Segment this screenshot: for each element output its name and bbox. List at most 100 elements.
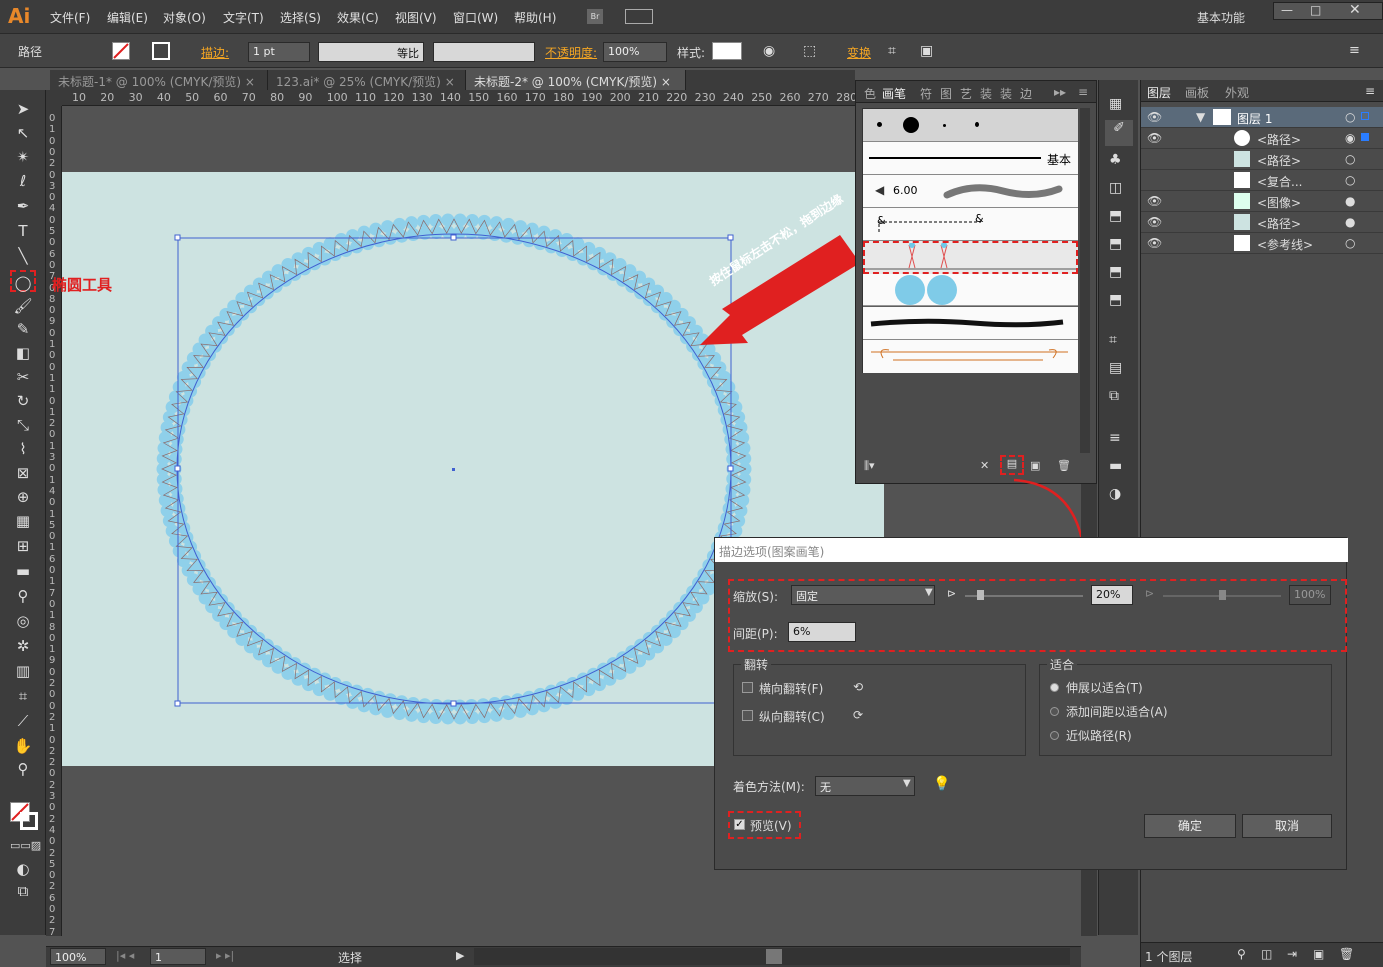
sublayer-row[interactable]: 👁 <路径> ●	[1141, 212, 1383, 233]
ruler-origin[interactable]	[46, 90, 62, 106]
scale-min-thumb[interactable]	[977, 590, 984, 600]
scale-tool-icon[interactable]: ⤡	[10, 414, 36, 436]
tab-symbols[interactable]: 符	[920, 85, 932, 102]
mesh-tool-icon[interactable]: ⊞	[10, 535, 36, 557]
paintbrush-tool-icon[interactable]: 🖌	[10, 295, 36, 317]
sublayer-row[interactable]: 👁 <图像> ●	[1141, 191, 1383, 212]
eyedropper-tool-icon[interactable]: ⚲	[10, 585, 36, 607]
delete-layer-icon[interactable]: 🗑	[1339, 947, 1354, 961]
scale-min-field[interactable]: 20%	[1091, 585, 1133, 605]
handle[interactable]	[174, 700, 181, 707]
artboard-tool-icon[interactable]: ⌗	[10, 685, 36, 707]
visibility-eye-icon[interactable]: 👁	[1147, 236, 1162, 250]
tab-untitled-2[interactable]: 未标题-2* @ 100% (CMYK/预览) ×	[466, 70, 686, 90]
visibility-eye-icon[interactable]: 👁	[1147, 131, 1162, 145]
opacity-label[interactable]: 不透明度:	[545, 44, 597, 61]
gradient-tool-icon[interactable]: ▬	[10, 560, 36, 582]
fit-approximate-radio[interactable]	[1050, 731, 1059, 740]
zoom-field[interactable]: 100%	[50, 948, 106, 965]
sublayer-row[interactable]: 👁 <参考线> ○	[1141, 233, 1383, 254]
next-page-icon[interactable]: ▸ ▸|	[216, 949, 234, 962]
screen-mode-icon[interactable]: ⧉	[10, 880, 36, 902]
symbol-sprayer-tool-icon[interactable]: ✲	[10, 635, 36, 657]
selection-square[interactable]	[1361, 133, 1369, 141]
visibility-eye-icon[interactable]: 👁	[1147, 215, 1162, 229]
cancel-button[interactable]: 取消	[1242, 814, 1332, 838]
ellipse-tool-icon[interactable]: ◯	[10, 270, 36, 292]
warp-tool-icon[interactable]: ⌇	[10, 438, 36, 460]
gradient-panel-icon[interactable]: ▬	[1109, 458, 1122, 474]
free-transform-tool-icon[interactable]: ⊠	[10, 462, 36, 484]
menu-select[interactable]: 选择(S)	[280, 9, 321, 26]
handle[interactable]	[450, 700, 457, 707]
brush-definition-select[interactable]	[433, 42, 535, 62]
calligraphic-brush-row[interactable]	[863, 109, 1078, 142]
visibility-eye-icon[interactable]: 👁	[1147, 110, 1162, 124]
locate-object-icon[interactable]: ⚲	[1237, 947, 1246, 961]
scissors-tool-icon[interactable]: ✂	[10, 366, 36, 388]
colorization-select[interactable]: 无	[815, 776, 915, 796]
target-icon[interactable]: ●	[1345, 215, 1355, 229]
new-brush-icon[interactable]: ▣	[1030, 459, 1040, 472]
new-sublayer-icon[interactable]: ⇥	[1287, 947, 1297, 961]
links-icon[interactable]: ⧉	[1109, 388, 1119, 404]
arrange-icon[interactable]: ▣	[920, 43, 933, 59]
fit-space-radio[interactable]	[1050, 707, 1059, 716]
layers-menu-icon[interactable]: ≡	[1365, 84, 1375, 98]
tab-appearance[interactable]: 装	[980, 85, 992, 102]
hand-tool-icon[interactable]: ✋	[10, 735, 36, 757]
stroke-weight-field[interactable]: 1 pt	[248, 42, 310, 62]
control-menu-icon[interactable]: ≡	[1349, 43, 1360, 58]
eraser-tool-icon[interactable]: ◧	[10, 342, 36, 364]
tab-appearance-panel[interactable]: 外观	[1225, 84, 1249, 101]
panel-expand-icon[interactable]: ▸▸	[1054, 85, 1066, 99]
maximize-icon[interactable]: □	[1310, 3, 1321, 17]
delete-brush-icon[interactable]: 🗑	[1057, 459, 1071, 472]
pen-tool-icon[interactable]: ✒	[10, 195, 36, 217]
sublayer-row[interactable]: <复合... ○	[1141, 170, 1383, 191]
page-field[interactable]: 1	[150, 948, 206, 965]
basic-brush-row[interactable]: 基本	[863, 142, 1078, 175]
spacing-field[interactable]: 6%	[788, 622, 856, 642]
pattern-brush-row-selected[interactable]	[863, 241, 1078, 274]
layer-row[interactable]: 👁 ▼ 图层 1 ○	[1141, 107, 1383, 128]
remove-brush-stroke-icon[interactable]: ✕	[980, 459, 989, 472]
status-menu-icon[interactable]: ▶	[456, 949, 464, 962]
target-icon[interactable]: ○	[1345, 110, 1355, 124]
tab-brushes[interactable]: 画笔	[882, 85, 906, 102]
tips-bulb-icon[interactable]: 💡	[933, 776, 950, 792]
brush-library-menu-icon[interactable]: ⫼▾	[864, 459, 875, 473]
layers-dock-icon[interactable]: ▤	[1109, 360, 1122, 376]
magic-wand-tool-icon[interactable]: ✴	[10, 146, 36, 168]
menu-window[interactable]: 窗口(W)	[453, 9, 498, 26]
isolate-icon[interactable]: ⌗	[888, 43, 896, 59]
tab-123[interactable]: 123.ai* @ 25% (CMYK/预览) ×	[268, 70, 466, 90]
visibility-eye-icon[interactable]: 👁	[1147, 194, 1162, 208]
menu-edit[interactable]: 编辑(E)	[107, 9, 148, 26]
clipping-mask-icon[interactable]: ◫	[1261, 947, 1272, 961]
workspace-switcher[interactable]: 基本功能	[1197, 9, 1245, 26]
menu-help[interactable]: 帮助(H)	[514, 9, 556, 26]
zoom-tool-icon[interactable]: ⚲	[10, 758, 36, 780]
target-icon[interactable]: ○	[1345, 152, 1355, 166]
bristle-brush-row[interactable]: ◀ 6.00	[863, 175, 1078, 208]
align-panel-icon[interactable]: ⬒	[1109, 292, 1122, 308]
charcoal-brush-row[interactable]	[863, 307, 1078, 340]
scroll-thumb[interactable]	[766, 949, 782, 964]
shape-builder-tool-icon[interactable]: ⊕	[10, 486, 36, 508]
brush-options-icon[interactable]: ▤	[1000, 455, 1024, 475]
handle[interactable]	[450, 234, 457, 241]
menu-file[interactable]: 文件(F)	[50, 9, 90, 26]
scale-max-field[interactable]: 100%	[1289, 585, 1331, 605]
target-icon[interactable]: ○	[1345, 236, 1355, 250]
tab-artboards-panel[interactable]: 画板	[1185, 84, 1209, 101]
fit-stretch-radio[interactable]	[1050, 683, 1059, 692]
preview-checkbox[interactable]: ✓	[734, 819, 745, 830]
tab-transform[interactable]: 装	[1000, 85, 1012, 102]
flip-along-checkbox[interactable]	[742, 682, 753, 693]
pencil-tool-icon[interactable]: ✎	[10, 318, 36, 340]
expand-triangle-icon[interactable]: ▼	[1196, 110, 1205, 124]
target-icon[interactable]: ◉	[1345, 131, 1355, 145]
opacity-field[interactable]: 100%	[603, 42, 667, 62]
rotate-tool-icon[interactable]: ↻	[10, 390, 36, 412]
